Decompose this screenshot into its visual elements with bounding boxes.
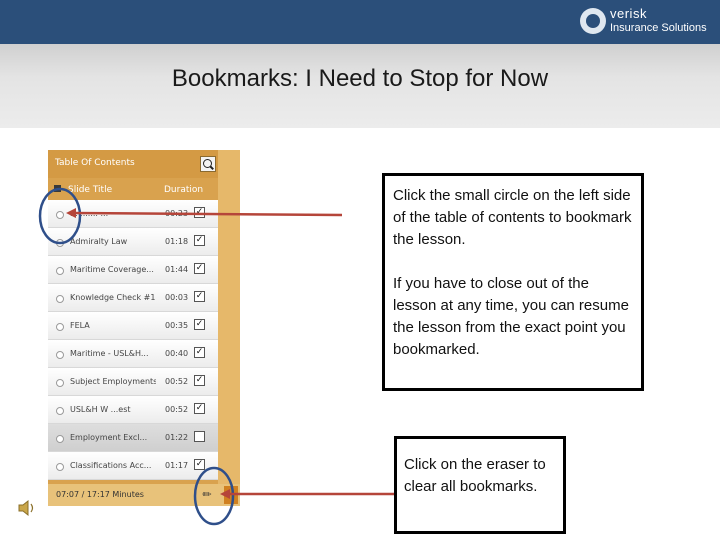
brand-line2: Insurance Solutions	[610, 22, 707, 34]
toc-row-duration: 00:52	[165, 405, 189, 414]
toc-row-duration: 01:22	[165, 433, 189, 442]
toc-row-duration: 01:17	[165, 461, 189, 470]
toc-row-duration: 00:40	[165, 349, 189, 358]
bookmark-radio[interactable]	[56, 379, 64, 387]
bookmark-radio[interactable]	[56, 351, 64, 359]
toc-row[interactable]: Maritime - USL&H... 00:40 ✓	[48, 340, 218, 368]
toc-row-title: Admiralty Law	[70, 237, 128, 246]
toc-row[interactable]: Knowledge Check #1 00:03 ✓	[48, 284, 218, 312]
bookmark-radio[interactable]	[56, 463, 64, 471]
toc-row-title: FELA	[70, 321, 90, 330]
toc-row-title: Maritime Coverage...	[70, 265, 154, 274]
toc-column-header: Slide Title Duration	[48, 178, 218, 200]
bookmark-radio[interactable]	[56, 407, 64, 415]
toc-row[interactable]: Admiralty Law 01:18 ✓	[48, 228, 218, 256]
brand-line1: verisk	[610, 6, 647, 21]
toc-row-title: USL&H W ...est	[70, 405, 131, 414]
bookmark-radio[interactable]	[56, 267, 64, 275]
bookmark-radio[interactable]	[56, 295, 64, 303]
search-icon[interactable]	[200, 156, 216, 172]
slide-title: Bookmarks: I Need to Stop for Now	[171, 65, 549, 92]
toc-row[interactable]: FELA 00:35 ✓	[48, 312, 218, 340]
toc-row[interactable]: Employment Excl... 01:22	[48, 424, 218, 452]
bookmark-column-icon	[54, 185, 61, 192]
toc-row-duration: 00:23	[165, 209, 189, 218]
toc-row-title: Maritime - USL&H...	[70, 349, 149, 358]
toc-row[interactable]: Subject Employments 00:52 ✓	[48, 368, 218, 396]
eraser-instruction-text: Click on the eraser to clear all bookmar…	[404, 456, 546, 495]
toc-rows: ... ....... ... 00:23 ✓ Admiralty Law 01:18 ✓…	[48, 200, 218, 480]
column-duration: Duration	[164, 185, 204, 195]
bookmark-radio[interactable]	[56, 211, 64, 219]
toc-scroll-strip[interactable]	[218, 150, 240, 506]
toc-row[interactable]: USL&H W ...est 00:52 ✓	[48, 396, 218, 424]
completed-checkbox[interactable]: ✓	[194, 459, 205, 470]
completed-checkbox[interactable]: ✓	[194, 319, 205, 330]
toc-row-title: Classifications Acc...	[70, 461, 152, 470]
bookmark-instruction-text: Click the small circle on the left side …	[393, 187, 632, 248]
toc-footer: 07:07 / 17:17 Minutes ✏	[48, 484, 240, 506]
toc-row-title: Knowledge Check #1	[70, 293, 156, 302]
toc-title: Table Of Contents	[55, 158, 135, 168]
toc-row[interactable]: Classifications Acc... 01:17 ✓	[48, 452, 218, 480]
toc-row-duration: 01:44	[165, 265, 189, 274]
completed-checkbox[interactable]: ✓	[194, 291, 205, 302]
verisk-logo: verisk Insurance Solutions	[580, 6, 712, 38]
elapsed-time: 07:07 / 17:17 Minutes	[56, 490, 144, 499]
completed-checkbox[interactable]: ✓	[194, 207, 205, 218]
toc-row-title: Subject Employments	[70, 377, 156, 386]
toc-row-title: ... ....... ...	[70, 209, 109, 218]
eraser-instruction-callout: Click on the eraser to clear all bookmar…	[394, 436, 566, 534]
completed-checkbox[interactable]: ✓	[194, 235, 205, 246]
bookmark-radio[interactable]	[56, 239, 64, 247]
toc-row[interactable]: ... ....... ... 00:23 ✓	[48, 200, 218, 228]
bookmark-radio[interactable]	[56, 323, 64, 331]
speaker-icon[interactable]	[16, 497, 38, 519]
toc-row-title: Employment Excl...	[70, 433, 148, 442]
eraser-icon[interactable]: ✏	[201, 488, 213, 502]
bookmark-radio[interactable]	[56, 435, 64, 443]
resume-instruction-text: If you have to close out of the lesson a…	[393, 275, 629, 358]
toc-row-duration: 00:35	[165, 321, 189, 330]
toc-row-duration: 00:03	[165, 293, 189, 302]
toc-expand-button[interactable]	[224, 486, 238, 504]
table-of-contents-panel: Table Of Contents Slide Title Duration .…	[48, 150, 240, 506]
toc-row[interactable]: Maritime Coverage... 01:44 ✓	[48, 256, 218, 284]
toc-header: Table Of Contents	[48, 150, 240, 178]
completed-checkbox[interactable]: ✓	[194, 403, 205, 414]
completed-checkbox[interactable]	[194, 431, 205, 442]
toc-row-duration: 00:52	[165, 377, 189, 386]
verisk-logo-mark-icon	[580, 8, 606, 34]
completed-checkbox[interactable]: ✓	[194, 347, 205, 358]
column-slide-title: Slide Title	[68, 185, 113, 195]
toc-row-duration: 01:18	[165, 237, 189, 246]
completed-checkbox[interactable]: ✓	[194, 263, 205, 274]
top-banner: verisk Insurance Solutions	[0, 0, 720, 44]
completed-checkbox[interactable]: ✓	[194, 375, 205, 386]
bookmark-instruction-callout: Click the small circle on the left side …	[382, 173, 644, 391]
